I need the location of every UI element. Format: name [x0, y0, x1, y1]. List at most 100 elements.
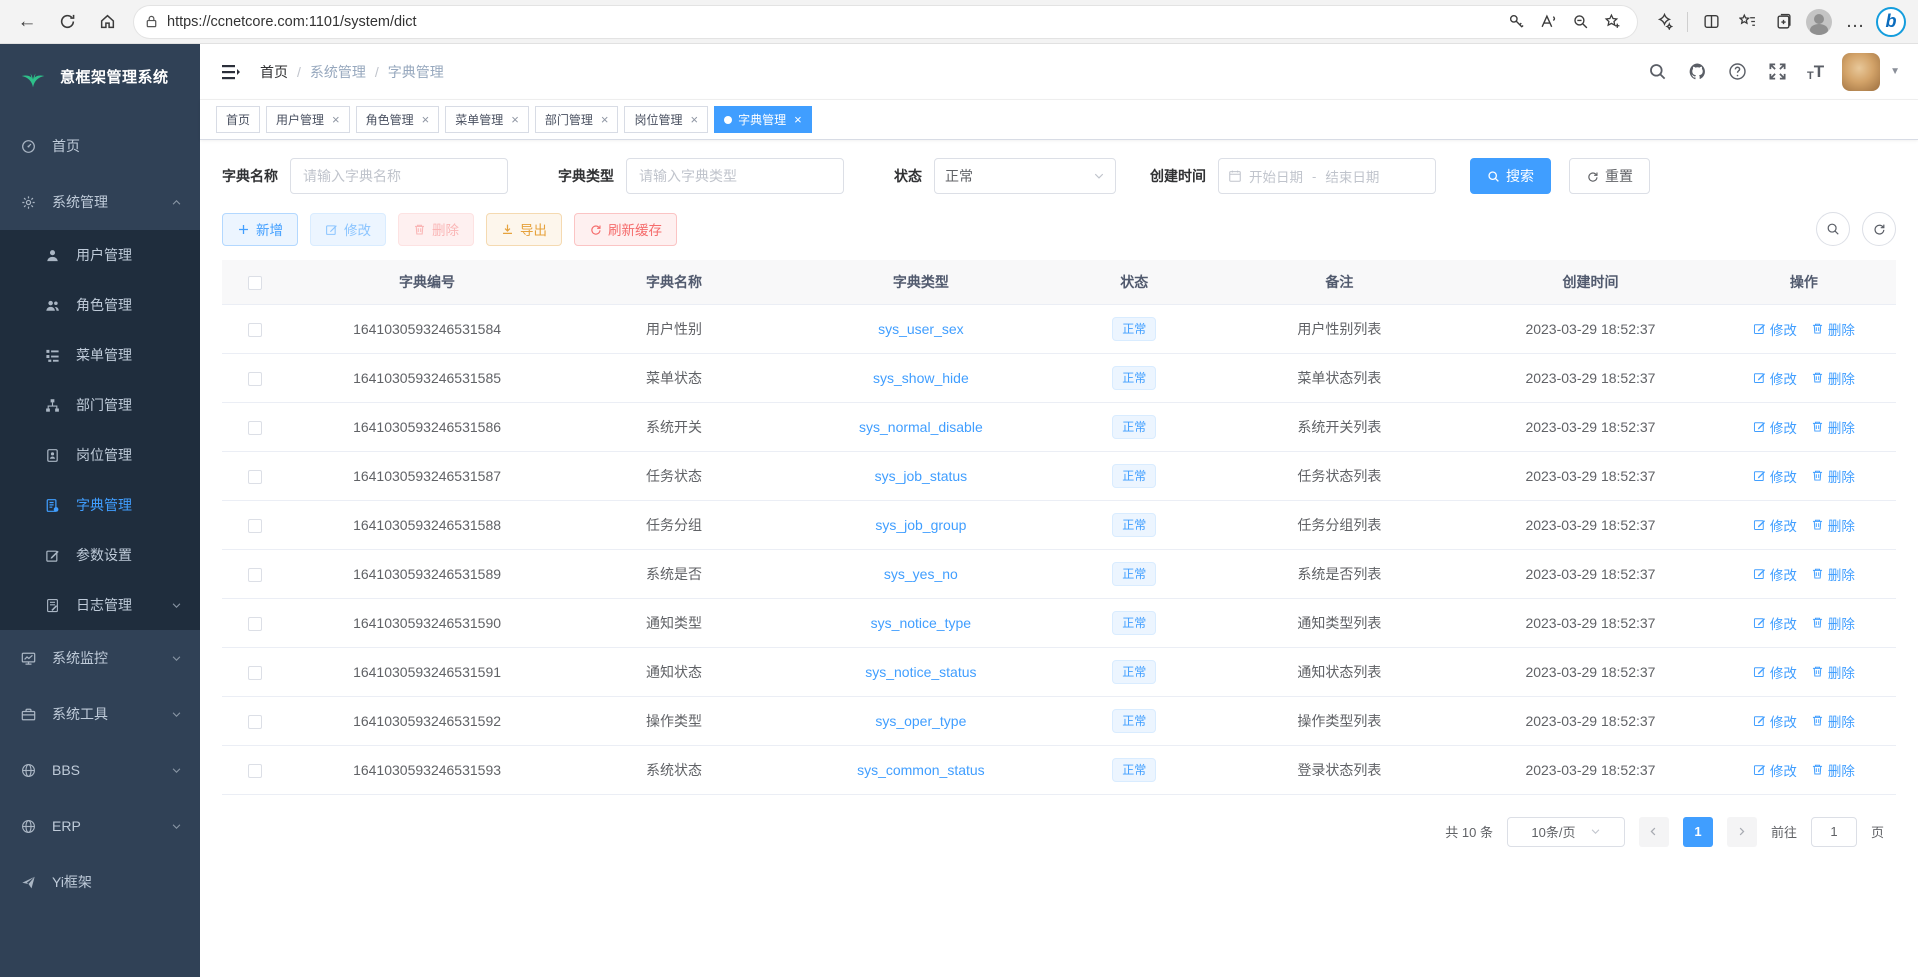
- toggle-search-icon[interactable]: [1816, 212, 1850, 246]
- row-checkbox[interactable]: [248, 764, 262, 778]
- user-avatar[interactable]: [1842, 53, 1880, 91]
- row-edit-button[interactable]: 修改: [1753, 466, 1797, 486]
- tab-close-icon[interactable]: ×: [332, 112, 340, 127]
- breadcrumb-home[interactable]: 首页: [260, 62, 288, 82]
- sidebar-item-首页[interactable]: 首页: [0, 118, 200, 174]
- search-button[interactable]: 搜索: [1470, 158, 1551, 194]
- browser-menu-icon[interactable]: …: [1838, 5, 1872, 39]
- address-bar[interactable]: https://ccnetcore.com:1101/system/dict: [134, 6, 1637, 38]
- browser-profile-icon[interactable]: [1802, 5, 1836, 39]
- row-delete-button[interactable]: 删除: [1811, 711, 1855, 731]
- sidebar-item-部门管理[interactable]: 部门管理: [0, 380, 200, 430]
- fullscreen-icon[interactable]: [1767, 61, 1789, 83]
- row-edit-button[interactable]: 修改: [1753, 760, 1797, 780]
- row-checkbox[interactable]: [248, 421, 262, 435]
- row-edit-button[interactable]: 修改: [1753, 711, 1797, 731]
- favorite-add-icon[interactable]: [1597, 7, 1627, 37]
- row-checkbox[interactable]: [248, 519, 262, 533]
- sidebar-toggle-icon[interactable]: [218, 59, 244, 85]
- tab-close-icon[interactable]: ×: [511, 112, 519, 127]
- password-key-icon[interactable]: [1501, 7, 1531, 37]
- date-range-picker[interactable]: 开始日期 - 结束日期: [1218, 158, 1436, 194]
- sidebar-item-角色管理[interactable]: 角色管理: [0, 280, 200, 330]
- dict-type-link[interactable]: sys_oper_type: [875, 713, 966, 729]
- url-text[interactable]: https://ccnetcore.com:1101/system/dict: [167, 14, 1493, 30]
- page-number-1[interactable]: 1: [1683, 817, 1713, 847]
- status-select[interactable]: 正常: [934, 158, 1116, 194]
- dict-type-link[interactable]: sys_show_hide: [873, 370, 969, 386]
- sidebar-item-用户管理[interactable]: 用户管理: [0, 230, 200, 280]
- bing-copilot-icon[interactable]: b: [1874, 5, 1908, 39]
- reset-button[interactable]: 重置: [1569, 158, 1650, 194]
- sidebar-item-系统监控[interactable]: 系统监控: [0, 630, 200, 686]
- breadcrumb-system[interactable]: 系统管理: [310, 62, 366, 82]
- select-all-checkbox[interactable]: [248, 276, 262, 290]
- split-screen-icon[interactable]: [1694, 5, 1728, 39]
- app-logo[interactable]: 意框架管理系统: [0, 44, 200, 108]
- edit-button[interactable]: 修改: [310, 213, 386, 246]
- sidebar-item-岗位管理[interactable]: 岗位管理: [0, 430, 200, 480]
- browser-refresh-icon[interactable]: [50, 5, 84, 39]
- font-size-icon[interactable]: TT: [1807, 62, 1824, 82]
- row-checkbox[interactable]: [248, 715, 262, 729]
- row-edit-button[interactable]: 修改: [1753, 662, 1797, 682]
- row-edit-button[interactable]: 修改: [1753, 319, 1797, 339]
- sidebar-item-菜单管理[interactable]: 菜单管理: [0, 330, 200, 380]
- row-delete-button[interactable]: 删除: [1811, 368, 1855, 388]
- dict-type-link[interactable]: sys_common_status: [857, 762, 985, 778]
- avatar-caret-icon[interactable]: ▼: [1890, 66, 1900, 77]
- tab-用户管理[interactable]: 用户管理×: [266, 106, 350, 133]
- tab-close-icon[interactable]: ×: [422, 112, 430, 127]
- row-delete-button[interactable]: 删除: [1811, 613, 1855, 633]
- row-checkbox[interactable]: [248, 372, 262, 386]
- tab-close-icon[interactable]: ×: [690, 112, 698, 127]
- row-delete-button[interactable]: 删除: [1811, 760, 1855, 780]
- row-delete-button[interactable]: 删除: [1811, 417, 1855, 437]
- row-delete-button[interactable]: 删除: [1811, 319, 1855, 339]
- dict-type-link[interactable]: sys_normal_disable: [859, 419, 983, 435]
- row-edit-button[interactable]: 修改: [1753, 515, 1797, 535]
- dict-type-link[interactable]: sys_job_status: [875, 468, 968, 484]
- row-checkbox[interactable]: [248, 666, 262, 680]
- next-page-icon[interactable]: [1727, 817, 1757, 847]
- tab-首页[interactable]: 首页: [216, 106, 260, 133]
- page-size-select[interactable]: 10条/页: [1507, 817, 1625, 847]
- row-edit-button[interactable]: 修改: [1753, 368, 1797, 388]
- browser-home-icon[interactable]: [90, 5, 124, 39]
- sidebar-item-系统工具[interactable]: 系统工具: [0, 686, 200, 742]
- goto-page-input[interactable]: [1811, 817, 1857, 847]
- row-checkbox[interactable]: [248, 568, 262, 582]
- dict-name-input[interactable]: [290, 158, 508, 194]
- tab-字典管理[interactable]: 字典管理×: [714, 106, 812, 133]
- row-edit-button[interactable]: 修改: [1753, 417, 1797, 437]
- export-button[interactable]: 导出: [486, 213, 562, 246]
- row-delete-button[interactable]: 删除: [1811, 662, 1855, 682]
- sidebar-item-BBS[interactable]: BBS: [0, 742, 200, 798]
- collections-icon[interactable]: [1766, 5, 1800, 39]
- favorites-bar-icon[interactable]: [1730, 5, 1764, 39]
- read-aloud-icon[interactable]: [1533, 7, 1563, 37]
- row-checkbox[interactable]: [248, 617, 262, 631]
- tab-部门管理[interactable]: 部门管理×: [535, 106, 619, 133]
- tab-菜单管理[interactable]: 菜单管理×: [445, 106, 529, 133]
- row-delete-button[interactable]: 删除: [1811, 515, 1855, 535]
- tab-岗位管理[interactable]: 岗位管理×: [624, 106, 708, 133]
- browser-back-icon[interactable]: ←: [10, 5, 44, 39]
- refresh-cache-button[interactable]: 刷新缓存: [574, 213, 677, 246]
- dict-type-input[interactable]: [626, 158, 844, 194]
- sidebar-item-Yi框架[interactable]: Yi框架: [0, 854, 200, 910]
- row-checkbox[interactable]: [248, 470, 262, 484]
- row-edit-button[interactable]: 修改: [1753, 564, 1797, 584]
- sidebar-item-字典管理[interactable]: 字典管理: [0, 480, 200, 530]
- dict-type-link[interactable]: sys_job_group: [875, 517, 966, 533]
- dict-type-link[interactable]: sys_notice_status: [865, 664, 976, 680]
- github-icon[interactable]: [1687, 61, 1709, 83]
- tab-角色管理[interactable]: 角色管理×: [356, 106, 440, 133]
- help-icon[interactable]: [1727, 61, 1749, 83]
- row-edit-button[interactable]: 修改: [1753, 613, 1797, 633]
- refresh-table-icon[interactable]: [1862, 212, 1896, 246]
- zoom-out-icon[interactable]: [1565, 7, 1595, 37]
- header-search-icon[interactable]: [1647, 61, 1669, 83]
- prev-page-icon[interactable]: [1639, 817, 1669, 847]
- dict-type-link[interactable]: sys_notice_type: [871, 615, 971, 631]
